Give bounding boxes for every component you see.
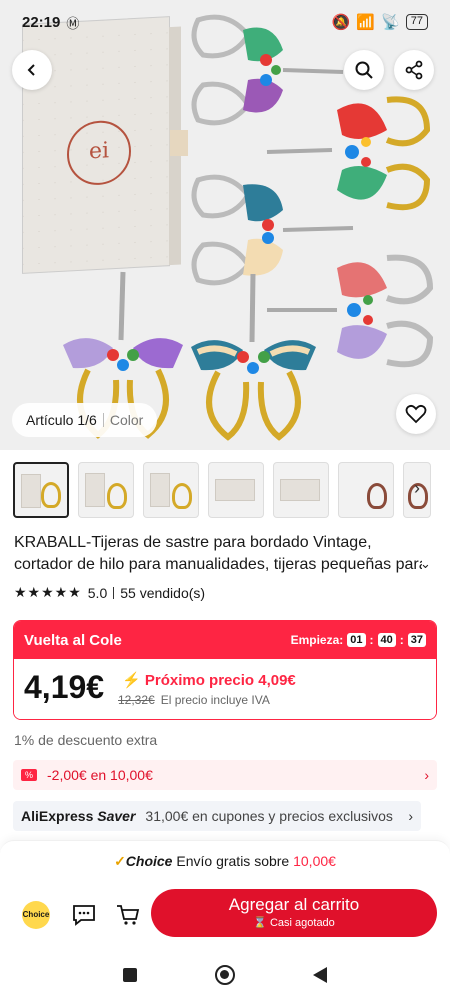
choice-badge-button[interactable]: Choice: [22, 901, 50, 929]
old-price: 12,32€ El precio incluye IVA: [118, 693, 270, 707]
item-tab[interactable]: Artículo 1/6: [26, 412, 97, 428]
chevron-right-icon[interactable]: ›: [414, 478, 420, 499]
status-bar: 22:19 Ⓜ 🔕 📶 📡 77: [0, 0, 450, 44]
cart-icon: [117, 905, 140, 925]
rating-value: 5.0: [87, 584, 108, 601]
rating-row[interactable]: ★★★★★ 5.0 55 vendido(s): [14, 584, 205, 601]
promo-card: Vuelta al Cole Empieza: 01:40:37 4,19€ ⚡…: [13, 620, 437, 720]
mute-icon: 🔕: [331, 14, 351, 31]
search-button[interactable]: [344, 50, 384, 90]
current-price: 4,19€: [24, 669, 105, 705]
thumbnail[interactable]: [208, 462, 264, 518]
aliexpress-saver-logo: AliExpress Saver: [21, 808, 136, 824]
home-icon[interactable]: [215, 965, 235, 985]
signal-icon: 📶: [356, 14, 376, 31]
promo-name: Vuelta al Cole: [24, 631, 122, 649]
gallery-tabs: Artículo 1/6 Color: [12, 403, 158, 437]
wishlist-button[interactable]: [396, 394, 436, 434]
system-nav-bar: [0, 950, 450, 1000]
thumbnail[interactable]: [13, 462, 69, 518]
check-icon: ✓: [114, 853, 126, 869]
chevron-left-icon: [27, 64, 35, 76]
heart-icon: [405, 404, 427, 424]
hourglass-icon: ⌛: [253, 917, 267, 929]
search-icon: [355, 61, 373, 79]
cart-button[interactable]: [114, 901, 142, 929]
chat-icon: [73, 905, 95, 926]
chevron-down-icon[interactable]: ⌄: [420, 556, 431, 572]
recents-icon[interactable]: [123, 968, 137, 982]
thumbnail[interactable]: [78, 462, 134, 518]
chevron-right-icon: ›: [424, 767, 429, 783]
clock: 22:19: [22, 13, 61, 31]
share-icon: [405, 60, 423, 80]
sold-count: 55 vendido(s): [120, 584, 206, 601]
thumbnail[interactable]: [143, 462, 199, 518]
thumbnail-strip: [13, 462, 431, 518]
battery-icon: 77: [405, 14, 428, 30]
wifi-icon: 📡: [381, 14, 400, 31]
color-tab[interactable]: Color: [110, 412, 143, 428]
star-rating-icon: ★★★★★: [14, 584, 82, 600]
back-icon[interactable]: [313, 967, 327, 983]
product-page: ei Artículo 1/6 Color 22:19 Ⓜ 🔕 📶 📡 77 ›…: [0, 0, 450, 1000]
back-button[interactable]: [12, 50, 52, 90]
share-button[interactable]: [394, 50, 434, 90]
message-button[interactable]: [70, 901, 98, 929]
extra-discount: 1% de descuento extra: [14, 732, 158, 748]
thumbnail[interactable]: [338, 462, 394, 518]
chevron-right-icon: ›: [408, 808, 413, 824]
lightning-icon: ⚡: [122, 672, 141, 689]
product-image[interactable]: ei Artículo 1/6 Color: [0, 0, 450, 450]
saver-row[interactable]: AliExpress Saver 31,00€ en cupones y pre…: [13, 801, 421, 831]
add-to-cart-button[interactable]: Agregar al carrito ⌛ Casi agotado: [151, 889, 437, 937]
product-title[interactable]: KRABALL-Tijeras de sastre para bordado V…: [14, 532, 434, 576]
m-icon: Ⓜ: [66, 15, 80, 31]
scissors-image: [191, 273, 316, 441]
purchase-bar: ✓Choice Envío gratis sobre 10,00€ Choice…: [0, 840, 450, 950]
thumbnail[interactable]: [273, 462, 329, 518]
countdown: Empieza: 01:40:37: [291, 633, 426, 647]
next-price: ⚡ Próximo precio 4,09€: [122, 672, 296, 689]
shipping-banner: ✓Choice Envío gratis sobre 10,00€: [114, 853, 336, 869]
coupon-row[interactable]: % -2,00€ en 10,00€ ›: [13, 760, 437, 790]
coupon-icon: %: [21, 769, 37, 781]
